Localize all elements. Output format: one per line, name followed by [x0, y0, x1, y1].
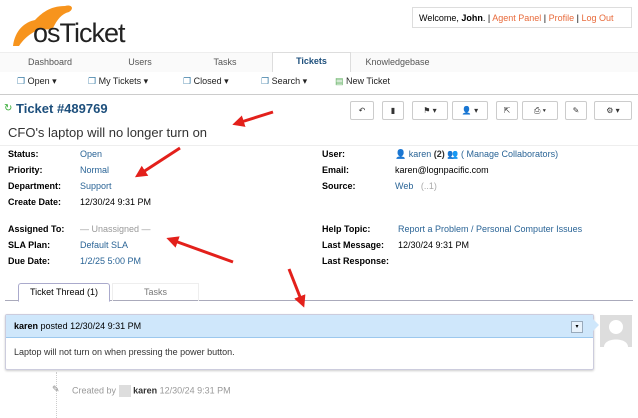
arrow-sla	[166, 236, 234, 264]
arrow-subject	[232, 110, 274, 127]
arrow-priority	[134, 146, 181, 178]
arrow-thread	[287, 268, 306, 308]
annotation-arrows	[134, 110, 306, 308]
